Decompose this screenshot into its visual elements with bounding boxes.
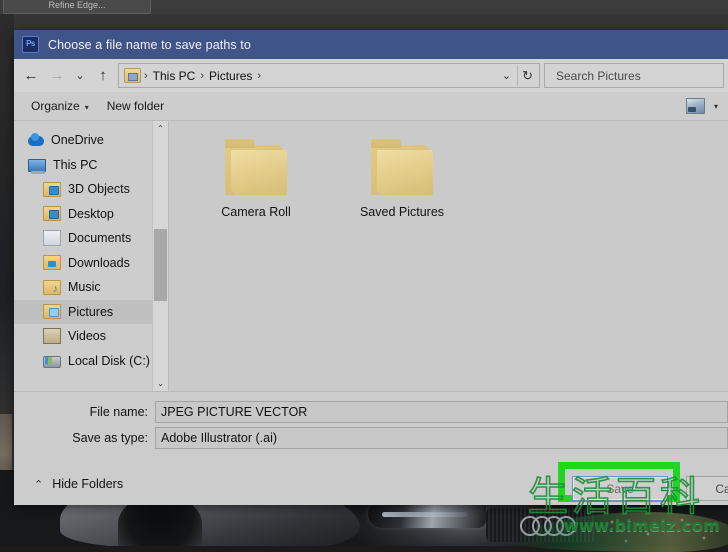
sidebar-item-desktop[interactable]: Desktop (14, 202, 152, 227)
sidebar-item-onedrive[interactable]: OneDrive (14, 128, 152, 153)
folder-pictures-icon (43, 304, 61, 320)
this-pc-icon (28, 158, 46, 174)
sidebar-item-pictures[interactable]: Pictures (14, 299, 152, 324)
sidebar-item-this-pc[interactable]: This PC (14, 153, 152, 178)
car-headlight-shape (368, 502, 486, 528)
search-box[interactable] (544, 63, 724, 88)
new-folder-button[interactable]: New folder (98, 96, 173, 116)
save-as-type-row: Save as type: Adobe Illustrator (.ai) (14, 426, 728, 449)
dialog-navigation-bar: ← → ⌄ ↑ › This PC › Pictures › ⌄ ↻ (14, 59, 728, 92)
file-name-label: File name: (89, 404, 148, 419)
save-as-type-label: Save as type: (72, 430, 148, 445)
folder-videos-icon (43, 328, 61, 345)
sidebar-item-music[interactable]: Music (14, 275, 152, 300)
sidebar-label-music: Music (68, 280, 101, 295)
dialog-titlebar: Ps Choose a file name to save paths to (14, 30, 728, 59)
sidebar-item-documents[interactable]: Documents (14, 226, 152, 251)
onedrive-icon (28, 133, 44, 147)
scroll-up-icon[interactable]: ⌃ (153, 121, 168, 136)
recent-locations-chevron-down-icon[interactable]: ⌄ (70, 63, 90, 89)
photoshop-icon: Ps (22, 36, 39, 53)
breadcrumb-separator-2[interactable]: › (254, 70, 264, 82)
folder-documents-icon (43, 230, 61, 247)
navigation-sidebar: OneDrive This PC 3D Objects Desktop Docu… (14, 121, 152, 391)
refine-edge-button[interactable]: Refine Edge... (3, 0, 151, 14)
file-item-label: Camera Roll (221, 205, 291, 219)
cancel-button[interactable]: Cancel (686, 476, 728, 501)
dialog-title: Choose a file name to save paths to (48, 37, 251, 52)
address-chevron-down-icon[interactable]: ⌄ (500, 69, 517, 82)
organize-button[interactable]: Organize ▾ (22, 96, 98, 116)
sidebar-item-downloads[interactable]: Downloads (14, 251, 152, 276)
change-view-icon[interactable] (685, 98, 705, 114)
breadcrumb-separator-0: › (144, 69, 148, 82)
breadcrumb-separator-1: › (200, 69, 205, 82)
folder-desktop-icon (43, 206, 61, 222)
sidebar-scrollbar[interactable]: ⌃ ⌄ (152, 121, 168, 391)
file-item-label: Saved Pictures (359, 205, 445, 219)
sidebar-label-videos: Videos (68, 329, 106, 344)
folder-downloads-icon (43, 255, 61, 271)
local-disk-icon (43, 355, 61, 368)
scrollbar-thumb[interactable] (154, 229, 167, 301)
sidebar-label-local-disk-c: Local Disk (C:) (68, 353, 150, 368)
photoshop-options-bar: Refine Edge... (0, 0, 728, 15)
sidebar-label-3d-objects: 3D Objects (68, 182, 130, 197)
refresh-icon[interactable]: ↻ (517, 65, 537, 86)
sidebar-item-videos[interactable]: Videos (14, 324, 152, 349)
road-light-specks (600, 514, 728, 546)
dialog-form-area: File name: JPEG PICTURE VECTOR Save as t… (14, 391, 728, 463)
hide-folders-button[interactable]: Hide Folders (52, 477, 123, 491)
sidebar-label-this-pc: This PC (53, 157, 98, 172)
sidebar-item-local-disk-c[interactable]: Local Disk (C:) (14, 349, 152, 374)
pictures-folder-icon (124, 68, 141, 83)
list-item[interactable]: Saved Pictures (349, 139, 455, 219)
left-edge-strip (0, 14, 14, 504)
file-name-row: File name: JPEG PICTURE VECTOR (14, 400, 728, 423)
breadcrumb-item-this-pc[interactable]: This PC (151, 69, 198, 83)
up-one-level-icon[interactable]: ↑ (90, 63, 116, 89)
dialog-command-bar: Organize ▾ New folder ▾ (14, 92, 728, 121)
back-icon[interactable]: ← (18, 63, 44, 89)
sidebar-label-documents: Documents (68, 231, 132, 246)
sidebar-label-desktop: Desktop (68, 206, 114, 221)
save-as-type-select[interactable]: Adobe Illustrator (.ai) (155, 426, 728, 449)
list-item[interactable]: Camera Roll (203, 139, 309, 219)
forward-icon[interactable]: → (44, 63, 70, 89)
save-file-dialog: Ps Choose a file name to save paths to ←… (14, 30, 728, 505)
save-as-type-value: Adobe Illustrator (.ai) (161, 430, 278, 445)
folder-3d-objects-icon (43, 181, 61, 197)
folder-music-icon (43, 279, 61, 295)
organize-label: Organize (31, 99, 80, 113)
organize-chevron-down-icon: ▾ (84, 103, 89, 112)
file-name-value: JPEG PICTURE VECTOR (161, 404, 308, 419)
address-bar[interactable]: › This PC › Pictures › ⌄ ↻ (118, 63, 540, 88)
sidebar-item-3d-objects[interactable]: 3D Objects (14, 177, 152, 202)
file-list-pane[interactable]: Camera Roll Saved Pictures (169, 121, 728, 391)
scroll-down-icon[interactable]: ⌄ (153, 376, 168, 391)
sidebar-label-onedrive: OneDrive (51, 133, 104, 148)
save-button[interactable]: Save (572, 476, 668, 501)
sidebar-label-pictures: Pictures (68, 304, 114, 319)
folder-icon (225, 139, 287, 195)
file-name-input[interactable]: JPEG PICTURE VECTOR (155, 400, 728, 423)
chevron-up-icon[interactable]: ⌃ (34, 478, 43, 491)
dialog-body: OneDrive This PC 3D Objects Desktop Docu… (14, 121, 728, 391)
search-input[interactable] (554, 67, 723, 84)
view-chevron-down-icon[interactable]: ▾ (714, 102, 718, 111)
folder-icon (371, 139, 433, 195)
car-emblem-rings (520, 516, 582, 536)
breadcrumb-item-pictures[interactable]: Pictures (207, 69, 254, 83)
sidebar-label-downloads: Downloads (68, 255, 130, 270)
